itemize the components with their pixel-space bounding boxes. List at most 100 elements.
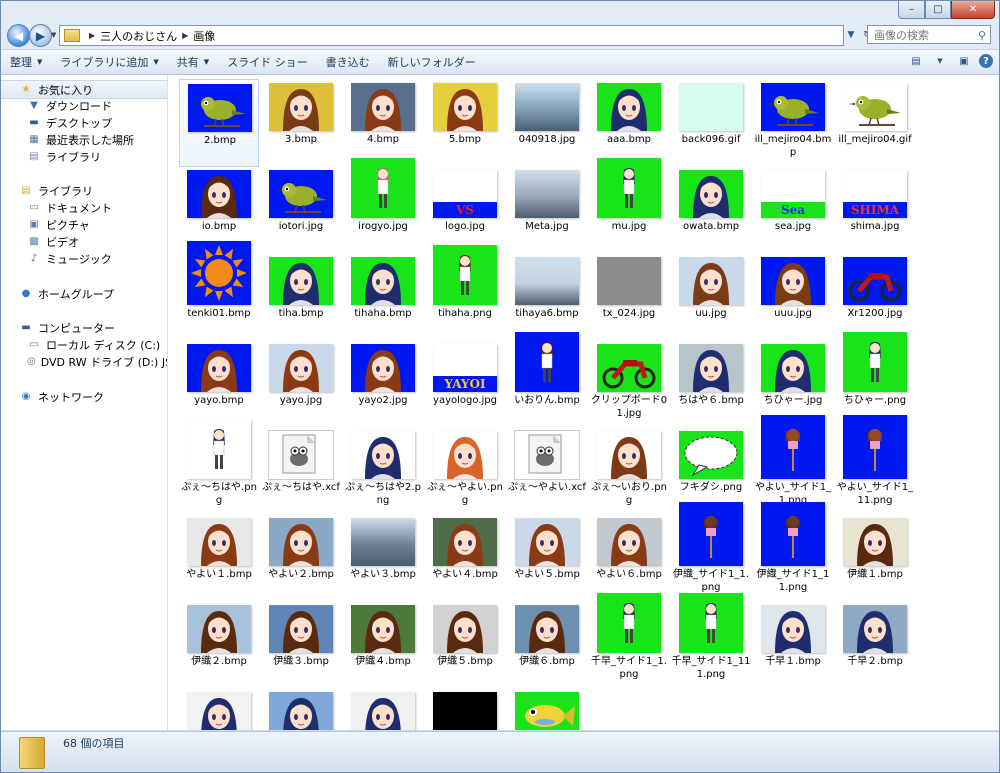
burn-button[interactable]: 書き込む xyxy=(317,52,379,72)
nav-item[interactable]: ▩ ビデオ xyxy=(1,233,167,250)
file-item[interactable]: ill_mejiro04.bmp xyxy=(753,79,833,167)
file-item[interactable]: 無題.jpg xyxy=(507,688,587,730)
breadcrumb-separator[interactable]: ▶ xyxy=(89,31,95,40)
address-bar[interactable]: ▶ 三人のおじさん ▶ 画像 xyxy=(59,25,844,46)
file-item[interactable]: tx_024.jpg xyxy=(589,253,669,341)
nav-item[interactable]: ● ホームグループ xyxy=(1,285,167,302)
file-item[interactable]: Sea sea.jpg xyxy=(753,166,833,254)
search-input[interactable]: 画像の検索 ⚲ xyxy=(867,25,991,44)
breadcrumb-item[interactable]: 三人のおじさん xyxy=(100,28,177,44)
file-item[interactable]: 伊織３.bmp xyxy=(261,601,341,689)
help-icon[interactable]: ? xyxy=(979,54,993,68)
file-item[interactable]: ぷぇ～やよい.xcf xyxy=(507,427,587,515)
file-item[interactable]: tihaha.bmp xyxy=(343,253,423,341)
file-item[interactable]: 4.bmp xyxy=(343,79,423,167)
share-button[interactable]: 共有 ▼ xyxy=(168,52,218,72)
file-item[interactable]: やよい１.bmp xyxy=(179,514,259,602)
file-item[interactable]: ぷぇ～ちはや.xcf xyxy=(261,427,341,515)
file-item[interactable]: 伊織４.bmp xyxy=(343,601,423,689)
file-item[interactable]: 伊織_サイド1_11.png xyxy=(753,502,833,602)
organize-button[interactable]: 整理 ▼ xyxy=(1,52,51,72)
nav-item[interactable]: ▬ コンピューター xyxy=(1,319,167,336)
file-item[interactable]: YAYOI yayologo.jpg xyxy=(425,340,505,428)
file-item[interactable]: 伊織１.bmp xyxy=(835,514,915,602)
file-item[interactable]: 3.bmp xyxy=(261,79,341,167)
file-item[interactable]: やよい５.bmp xyxy=(507,514,587,602)
file-item[interactable]: back096.gif xyxy=(671,79,751,167)
nav-item[interactable]: ◉ ネットワーク xyxy=(1,388,167,405)
new-folder-button[interactable]: 新しいフォルダー xyxy=(379,52,485,72)
file-item[interactable]: uu.jpg xyxy=(671,253,751,341)
file-item[interactable]: クリップボード01.jpg xyxy=(589,340,669,428)
file-item[interactable]: 2.bmp xyxy=(179,79,259,167)
minimize-button[interactable]: – xyxy=(898,1,925,19)
nav-item[interactable]: ▤ ライブラリ xyxy=(1,182,167,199)
change-view-icon[interactable]: ▤ xyxy=(907,52,925,70)
file-item[interactable]: 伊織６.bmp xyxy=(507,601,587,689)
file-item[interactable]: ぷぇ～やよい.png xyxy=(425,427,505,515)
slideshow-button[interactable]: スライド ショー xyxy=(218,52,317,72)
nav-item[interactable]: ▦ 最近表示した場所 xyxy=(1,131,167,148)
file-item[interactable]: 040918.jpg xyxy=(507,79,587,167)
file-item[interactable]: yayo.bmp xyxy=(179,340,259,428)
file-item[interactable]: 千早_サイド1_111.png xyxy=(671,593,751,689)
file-item[interactable]: uuu.jpg xyxy=(753,253,833,341)
file-item[interactable]: 千早１.bmp xyxy=(753,601,833,689)
file-item[interactable]: 5.bmp xyxy=(425,79,505,167)
file-item[interactable]: 伊織５.bmp xyxy=(425,601,505,689)
file-item[interactable]: 伊織_サイド1_1.png xyxy=(671,502,751,602)
file-item[interactable]: yayo2.jpg xyxy=(343,340,423,428)
file-item[interactable]: owata.bmp xyxy=(671,166,751,254)
file-item[interactable]: やよい３.bmp xyxy=(343,514,423,602)
file-item[interactable]: 素材.bmp xyxy=(425,688,505,730)
close-button[interactable]: ✕ xyxy=(951,1,995,19)
file-item[interactable]: SHIMA shima.jpg xyxy=(835,166,915,254)
file-item[interactable]: ちはや６.bmp xyxy=(671,340,751,428)
file-item[interactable]: ぷぇ～ちはや.png xyxy=(179,419,259,515)
file-item[interactable]: 伊織２.bmp xyxy=(179,601,259,689)
file-item[interactable]: 千早２.bmp xyxy=(835,601,915,689)
nav-item[interactable]: ◎ DVD RW ドライブ (D:) JSHOM xyxy=(1,353,167,370)
nav-item[interactable]: ▣ ピクチャ xyxy=(1,216,167,233)
file-item[interactable]: 千早_サイド1_1.png xyxy=(589,593,669,689)
back-button[interactable]: ◀ xyxy=(7,24,30,47)
file-item[interactable]: ill_mejiro04.gif xyxy=(835,79,915,167)
file-item[interactable]: やよい４.bmp xyxy=(425,514,505,602)
forward-button[interactable]: ▶ xyxy=(29,24,52,47)
file-item[interactable]: 千早４.bmp xyxy=(261,688,341,730)
file-item[interactable]: やよい６.bmp xyxy=(589,514,669,602)
file-list[interactable]: 2.bmp 3.bmp 4.bmp 5.bmp 040918.jpg aaa.bmp bac… xyxy=(168,75,999,730)
add-to-library-button[interactable]: ライブラリに追加 ▼ xyxy=(51,52,167,72)
file-item[interactable]: 千早５.bmp xyxy=(343,688,423,730)
file-item[interactable]: ぷぇ～いおり.png xyxy=(589,427,669,515)
address-history-dropdown[interactable]: ▼ xyxy=(843,26,859,43)
recent-pages-dropdown[interactable]: ▼ xyxy=(51,31,56,39)
nav-item[interactable]: ▼ ダウンロード xyxy=(1,97,167,114)
file-item[interactable]: yayo.jpg xyxy=(261,340,341,428)
breadcrumb-item[interactable]: 画像 xyxy=(193,28,215,44)
nav-item[interactable]: ▭ ドキュメント xyxy=(1,199,167,216)
nav-item[interactable]: ▭ ローカル ディスク (C:) xyxy=(1,336,167,353)
file-item[interactable]: tihaya6.bmp xyxy=(507,253,587,341)
file-item[interactable]: tenki01.bmp xyxy=(179,241,259,341)
file-item[interactable]: Xr1200.jpg xyxy=(835,253,915,341)
file-item[interactable]: ぷぇ～ちはや2.png xyxy=(343,427,423,515)
file-item[interactable]: Meta.jpg xyxy=(507,166,587,254)
search-icon[interactable]: ⚲ xyxy=(978,29,986,42)
file-item[interactable]: tiha.bmp xyxy=(261,253,341,341)
file-item[interactable]: tihaha.png xyxy=(425,245,505,341)
file-item[interactable]: やよい_サイド1_11.png xyxy=(835,415,915,515)
preview-pane-icon[interactable]: ▣ xyxy=(955,52,973,70)
breadcrumb-separator[interactable]: ▶ xyxy=(182,31,188,40)
file-item[interactable]: 千早３.bmp xyxy=(179,688,259,730)
nav-item[interactable]: ▤ ライブラリ xyxy=(1,148,167,165)
file-item[interactable]: aaa.bmp xyxy=(589,79,669,167)
file-item[interactable]: mu.jpg xyxy=(589,158,669,254)
maximize-button[interactable]: □ xyxy=(925,1,951,19)
file-item[interactable]: いおりん.bmp xyxy=(507,332,587,428)
file-item[interactable]: irogyo.jpg xyxy=(343,158,423,254)
navigation-pane[interactable]: ★ お気に入り ▼ ダウンロード ▬ デスクトップ ▦ 最近表示した場所 ▤ ライブラリ ▤ ライブラ… xyxy=(1,75,168,730)
file-item[interactable]: VS logo.jpg xyxy=(425,166,505,254)
nav-item[interactable]: ▬ デスクトップ xyxy=(1,114,167,131)
view-dropdown-icon[interactable]: ▼ xyxy=(931,52,949,70)
